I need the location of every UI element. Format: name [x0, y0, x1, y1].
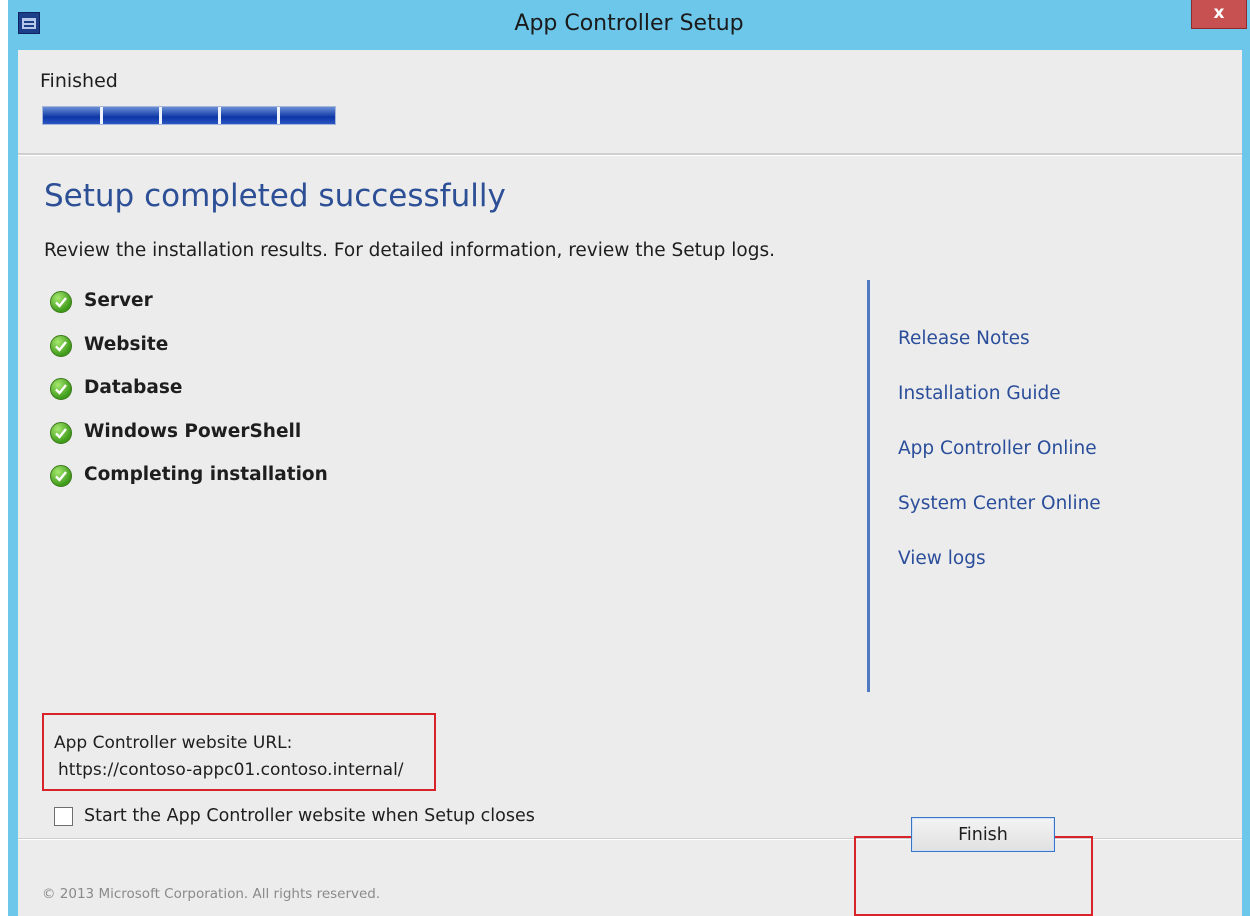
website-url-value: https://contoso-appc01.contoso.internal/ — [58, 760, 404, 780]
link-release-notes[interactable]: Release Notes — [898, 328, 1030, 349]
progress-bar — [42, 106, 336, 125]
check-icon — [50, 465, 72, 487]
window-title: App Controller Setup — [514, 11, 744, 36]
link-app-controller-online[interactable]: App Controller Online — [898, 438, 1097, 459]
result-label: Website — [84, 334, 169, 355]
progress-step-label: Finished — [40, 70, 118, 92]
check-icon — [50, 378, 72, 400]
progress-bar-fill — [43, 107, 335, 124]
check-icon — [50, 422, 72, 444]
close-button[interactable]: x — [1191, 0, 1247, 29]
start-website-checkbox-label[interactable]: Start the App Controller website when Se… — [84, 806, 535, 826]
check-icon — [50, 335, 72, 357]
start-website-checkbox[interactable] — [54, 807, 73, 826]
progress-segment-divider — [218, 107, 221, 124]
result-label: Windows PowerShell — [84, 421, 302, 442]
link-system-center-online[interactable]: System Center Online — [898, 493, 1101, 514]
finish-button[interactable]: Finish — [911, 817, 1055, 852]
header-divider — [18, 153, 1242, 156]
page-description: Review the installation results. For det… — [44, 240, 775, 261]
title-bar[interactable]: App Controller Setup x — [8, 0, 1250, 50]
page-title: Setup completed successfully — [44, 178, 506, 214]
link-view-logs[interactable]: View logs — [898, 548, 986, 569]
progress-segment-divider — [159, 107, 162, 124]
links-divider — [867, 280, 870, 692]
result-label: Server — [84, 290, 153, 311]
setup-window: App Controller Setup x Finished Setup co… — [8, 0, 1250, 916]
website-url-highlight: App Controller website URL: https://cont… — [42, 713, 436, 791]
result-label: Database — [84, 377, 183, 398]
progress-segment-divider — [100, 107, 103, 124]
dialog-client-area: Finished Setup completed successfully Re… — [18, 50, 1242, 916]
website-url-label: App Controller website URL: — [54, 733, 293, 753]
check-icon — [50, 291, 72, 313]
link-installation-guide[interactable]: Installation Guide — [898, 383, 1061, 404]
copyright-text: © 2013 Microsoft Corporation. All rights… — [42, 886, 381, 902]
progress-segment-divider — [277, 107, 280, 124]
result-label: Completing installation — [84, 464, 328, 485]
